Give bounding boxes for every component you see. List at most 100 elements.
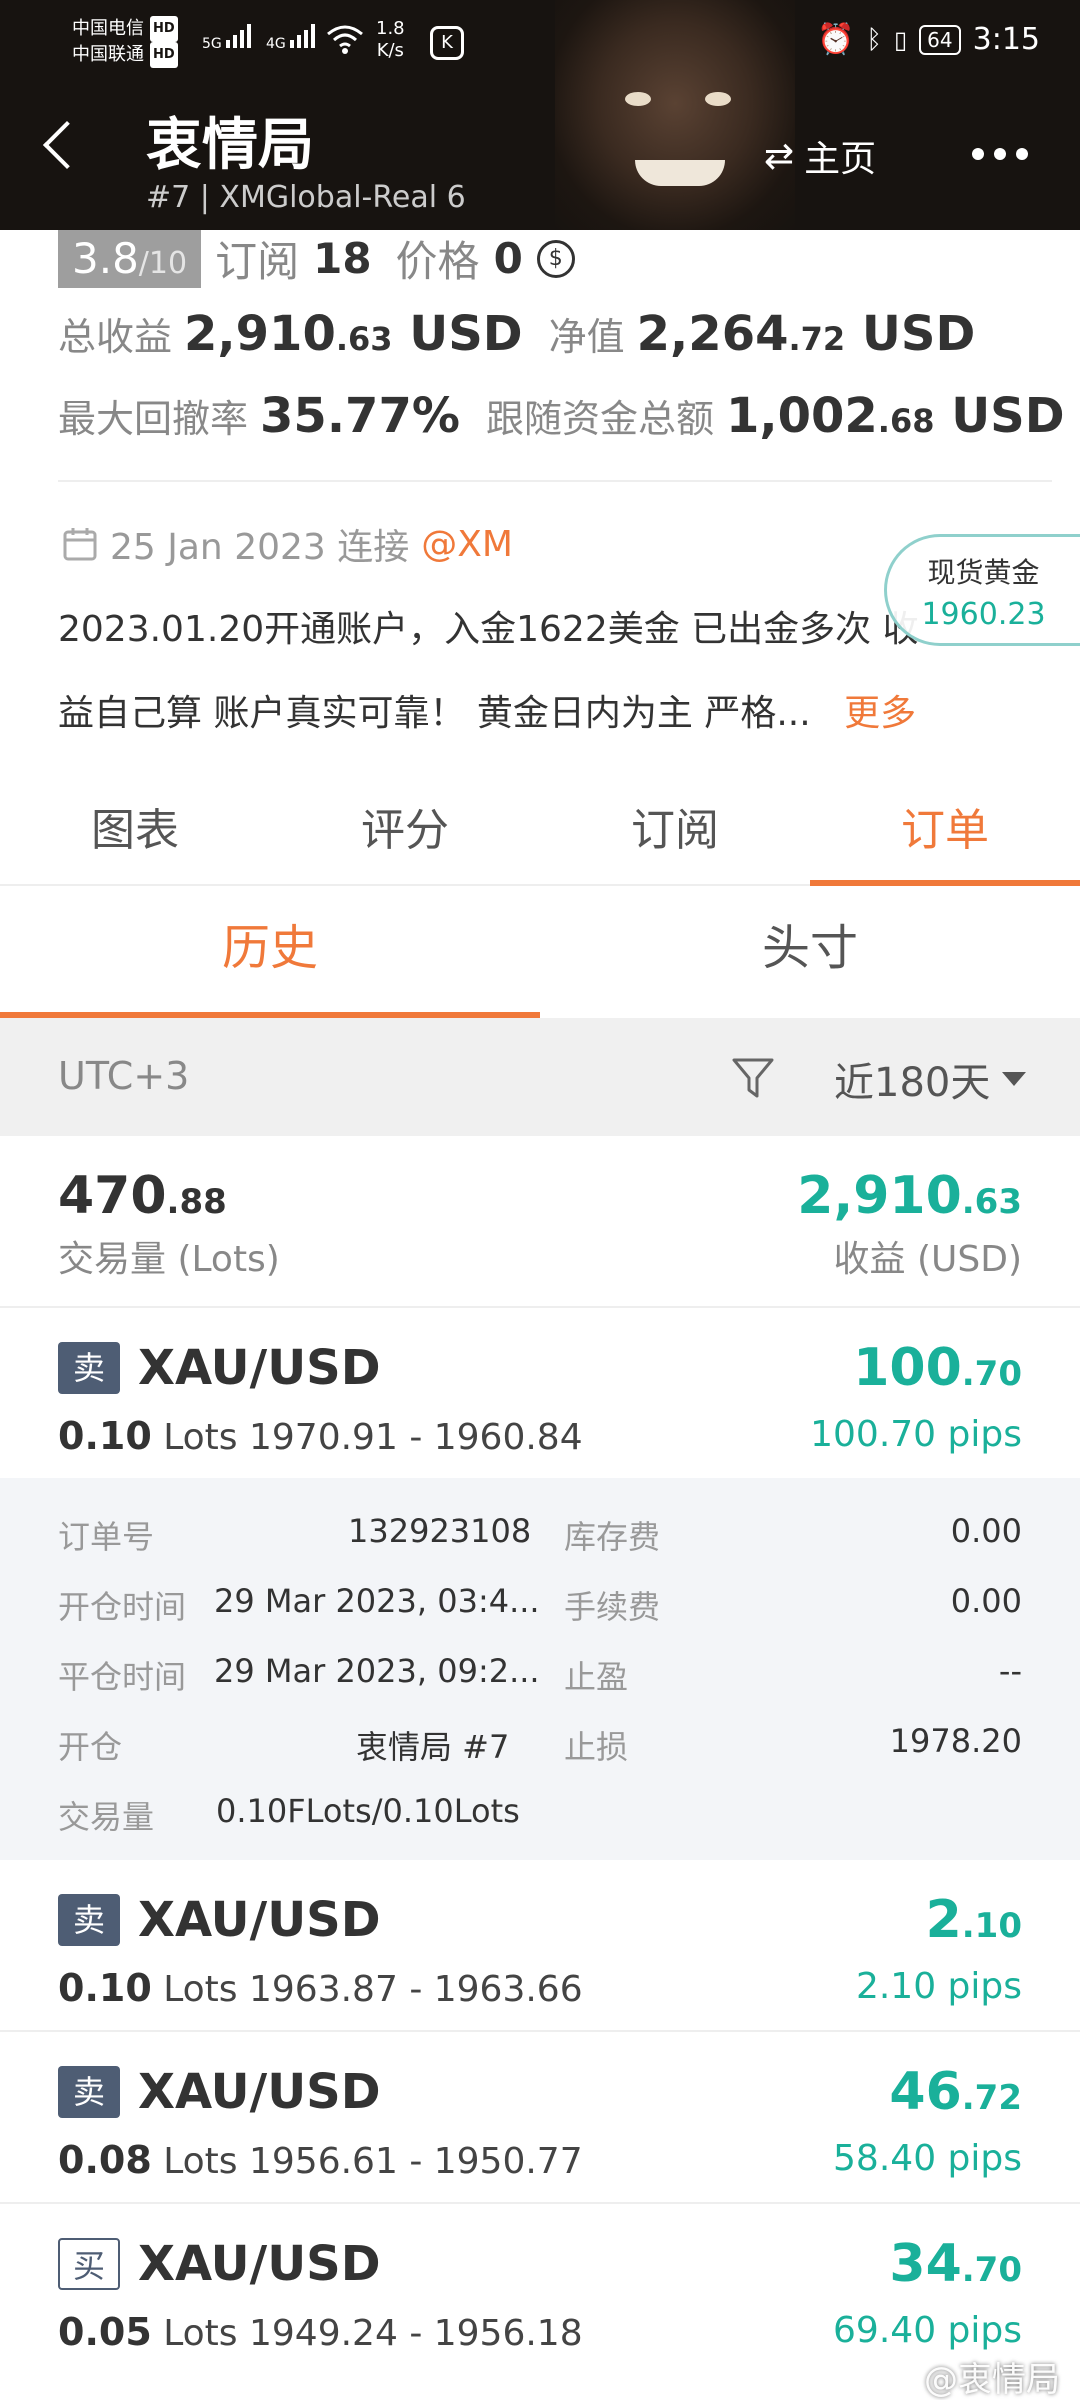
order-no-label: 订单号: [58, 1518, 155, 1556]
total-profit-label: 收益 (USD): [833, 1239, 1022, 1280]
tab-rating[interactable]: 评分: [270, 790, 540, 884]
drawdown-row: 最大回撤率 35.77% 跟随资金总额 1,002.68 USD: [58, 388, 1065, 444]
order-row[interactable]: 卖 XAU/USD 0.10 Lots 1963.87 - 1963.66 2.…: [0, 1860, 1080, 2032]
home-button[interactable]: ⇄ 主页: [764, 130, 876, 182]
signal-5g-icon: 5G: [202, 22, 252, 52]
order-symbol: XAU/USD: [138, 1340, 381, 1396]
network-speed: 1.8 K/s: [376, 18, 405, 61]
rating-row: 3.8/10 订阅 18 价格 0 $: [58, 228, 575, 289]
spot-gold-bubble[interactable]: 现货黄金 1960.23: [884, 534, 1080, 646]
equity-value: 2,264.72 USD: [636, 306, 976, 362]
order-row[interactable]: 卖 XAU/USD 0.10 Lots 1970.91 - 1960.84 10…: [0, 1308, 1080, 1480]
subscribe-label: 订阅: [215, 237, 300, 286]
take-profit-value: --: [998, 1652, 1022, 1690]
order-row[interactable]: 卖 XAU/USD 0.08 Lots 1956.61 - 1950.77 46…: [0, 2032, 1080, 2204]
tab-orders[interactable]: 订单: [810, 790, 1080, 886]
subtab-history[interactable]: 历史: [0, 886, 540, 1018]
order-lots-range: 0.10 Lots 1970.91 - 1960.84: [58, 1414, 583, 1458]
subtab-positions[interactable]: 头寸: [540, 886, 1080, 1018]
carrier-2: 中国联通: [72, 44, 144, 65]
total-profit: 2,910.63: [797, 1166, 1022, 1226]
app-notification-icon: K: [430, 26, 464, 60]
sell-tag: 卖: [58, 2066, 120, 2118]
carrier-info: 中国电信 HD 中国联通 HD: [72, 16, 178, 68]
order-lots-range: 0.08 Lots 1956.61 - 1950.77: [58, 2138, 583, 2182]
description-line-1: 2023.01.20开通账户，入金1622美金 已出金多次 收: [58, 609, 919, 650]
chevron-down-icon: [1002, 1072, 1027, 1086]
order-profit: 34.70: [889, 2234, 1022, 2294]
hd-badge: HD: [150, 42, 178, 68]
date-range-dropdown[interactable]: 近180天: [834, 1050, 1027, 1108]
swap-arrows-icon: ⇄: [764, 135, 795, 177]
order-profit: 46.72: [889, 2062, 1022, 2122]
account-subtitle: #7 | XMGlobal-Real 6: [146, 180, 466, 215]
status-bar: 中国电信 HD 中国联通 HD 5G 4G 1.8 K/s K ⏰ ᛒ ▯ 64 3…: [0, 0, 1080, 80]
more-link[interactable]: 更多: [844, 693, 916, 734]
currency-coin-icon: $: [536, 239, 575, 278]
back-arrow-icon[interactable]: [42, 120, 92, 170]
max-drawdown-label: 最大回撤率: [58, 397, 249, 441]
order-pips: 2.10 pips: [855, 1966, 1022, 2007]
sell-tag: 卖: [58, 1342, 120, 1394]
rating-badge: 3.8/10: [58, 229, 202, 288]
watermark: @衷情局: [924, 2360, 1060, 2400]
more-menu-icon[interactable]: [972, 148, 1028, 160]
order-pips: 58.40 pips: [833, 2138, 1022, 2179]
stop-loss-label: 止损: [564, 1728, 629, 1766]
price-label: 价格: [395, 237, 480, 286]
tab-chart[interactable]: 图表: [0, 790, 270, 884]
hd-badge: HD: [150, 16, 178, 42]
page-title: 衷情局: [146, 113, 314, 178]
swap-value: 0.00: [950, 1512, 1022, 1550]
total-profit-label: 总收益: [58, 315, 173, 359]
swap-label: 库存费: [564, 1518, 661, 1556]
order-symbol: XAU/USD: [138, 2064, 381, 2120]
equity-label: 净值: [548, 315, 625, 359]
connect-date-row: 25 Jan 2023 连接 @XM: [62, 518, 513, 570]
close-time-label: 平仓时间: [58, 1658, 187, 1696]
close-time-value: 29 Mar 2023, 09:2...: [214, 1652, 540, 1690]
order-profit: 100.70: [853, 1338, 1022, 1398]
subscribe-count: 18: [313, 234, 372, 283]
volume-value: 0.10FLots/0.10Lots: [216, 1792, 520, 1830]
wifi-icon: [327, 25, 363, 54]
take-profit-label: 止盈: [564, 1658, 629, 1696]
spot-gold-label: 现货黄金: [927, 556, 1040, 589]
connect-date: 25 Jan 2023 连接: [110, 527, 410, 568]
order-symbol: XAU/USD: [138, 1892, 381, 1948]
order-profit: 2.10: [925, 1890, 1022, 1950]
description-line-2: 益自己算 账户真实可靠！ 黄金日内为主 严格... 更多: [58, 693, 917, 734]
order-pips: 100.70 pips: [810, 1414, 1022, 1455]
follow-funds-value: 1,002.68 USD: [725, 388, 1065, 444]
filter-icon[interactable]: [730, 1056, 776, 1100]
order-row[interactable]: 买 XAU/USD 0.05 Lots 1949.24 - 1956.18 34…: [0, 2204, 1080, 2376]
order-symbol: XAU/USD: [138, 2236, 381, 2292]
total-volume: 470.88: [58, 1166, 227, 1226]
sell-tag: 卖: [58, 1894, 120, 1946]
stop-loss-value: 1978.20: [889, 1722, 1022, 1760]
spot-gold-price: 1960.23: [921, 597, 1046, 632]
main-tabs: 图表 评分 订阅 订单: [0, 790, 1080, 886]
status-right-group: ⏰ ᛒ ▯ 64 3:15: [817, 22, 1040, 57]
clock: 3:15: [972, 22, 1040, 57]
filter-bar: UTC+3 近180天: [0, 1018, 1080, 1136]
order-detail-panel: 订单号 132923108 库存费 0.00 开仓时间 29 Mar 2023,…: [0, 1478, 1080, 1860]
broker-link[interactable]: @XM: [421, 524, 513, 565]
home-label: 主页: [804, 139, 877, 180]
bluetooth-icon: ᛒ: [866, 24, 882, 55]
divider: [58, 480, 1052, 482]
order-pips: 69.40 pips: [833, 2310, 1022, 2351]
max-drawdown-value: 35.77%: [260, 388, 460, 444]
date-range-label: 近180天: [834, 1060, 991, 1106]
order-lots-range: 0.05 Lots 1949.24 - 1956.18: [58, 2310, 583, 2354]
open-time-label: 开仓时间: [58, 1588, 187, 1626]
battery-icon: 64: [919, 24, 961, 55]
calendar-icon: [63, 528, 97, 561]
fee-value: 0.00: [950, 1582, 1022, 1620]
vibrate-icon: ▯: [893, 25, 908, 54]
tab-subscribe[interactable]: 订阅: [540, 790, 810, 884]
app-header: 中国电信 HD 中国联通 HD 5G 4G 1.8 K/s K ⏰ ᛒ ▯ 64 3…: [0, 0, 1080, 230]
open-by-label: 开仓: [58, 1728, 123, 1766]
total-profit-value: 2,910.63 USD: [184, 306, 523, 362]
price-value: 0: [493, 234, 523, 283]
